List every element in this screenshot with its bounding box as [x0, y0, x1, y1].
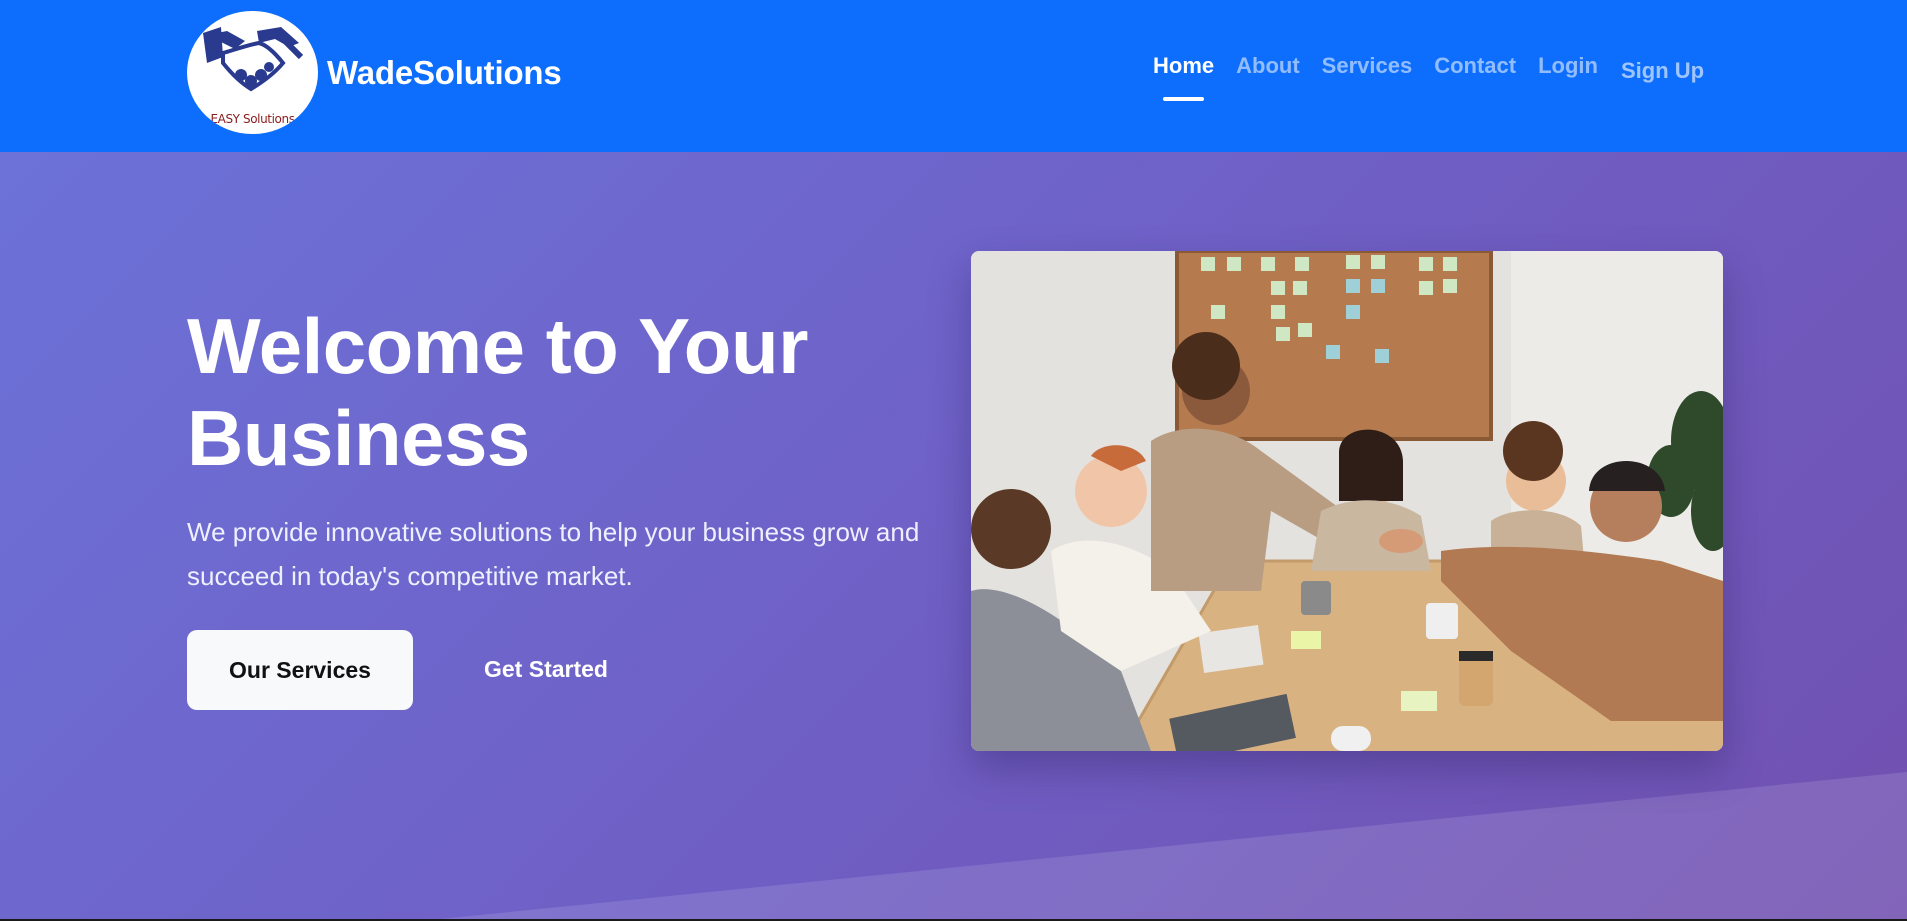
hero-image	[971, 251, 1723, 751]
hero-section: Welcome to Your Business We provide inno…	[0, 152, 1907, 921]
handshake-icon	[203, 27, 304, 92]
nav-services[interactable]: Services	[1322, 53, 1413, 79]
logo-text: EASY Solutions	[210, 112, 295, 126]
navbar: EASY Solutions WadeSolutions Home About …	[0, 0, 1907, 152]
brand-name: WadeSolutions	[327, 53, 562, 91]
nav-login[interactable]: Login	[1538, 53, 1598, 79]
hero-subtitle: We provide innovative solutions to help …	[187, 517, 920, 591]
nav-contact[interactable]: Contact	[1434, 53, 1516, 79]
our-services-button[interactable]: Our Services	[187, 630, 413, 710]
handshake-logo: EASY Solutions	[187, 11, 318, 134]
nav-about[interactable]: About	[1236, 53, 1300, 79]
get-started-button[interactable]: Get Started	[484, 656, 608, 683]
page: EASY Solutions WadeSolutions Home About …	[0, 0, 1907, 921]
main-nav: Home About Services Contact Login	[1153, 53, 1620, 101]
hero-title: Welcome to Your Business	[187, 302, 808, 482]
brand-link[interactable]: EASY Solutions WadeSolutions	[187, 11, 562, 134]
nav-home[interactable]: Home	[1153, 53, 1214, 101]
meeting-photo	[971, 251, 1723, 751]
signup-button[interactable]: Sign Up	[1621, 58, 1704, 84]
